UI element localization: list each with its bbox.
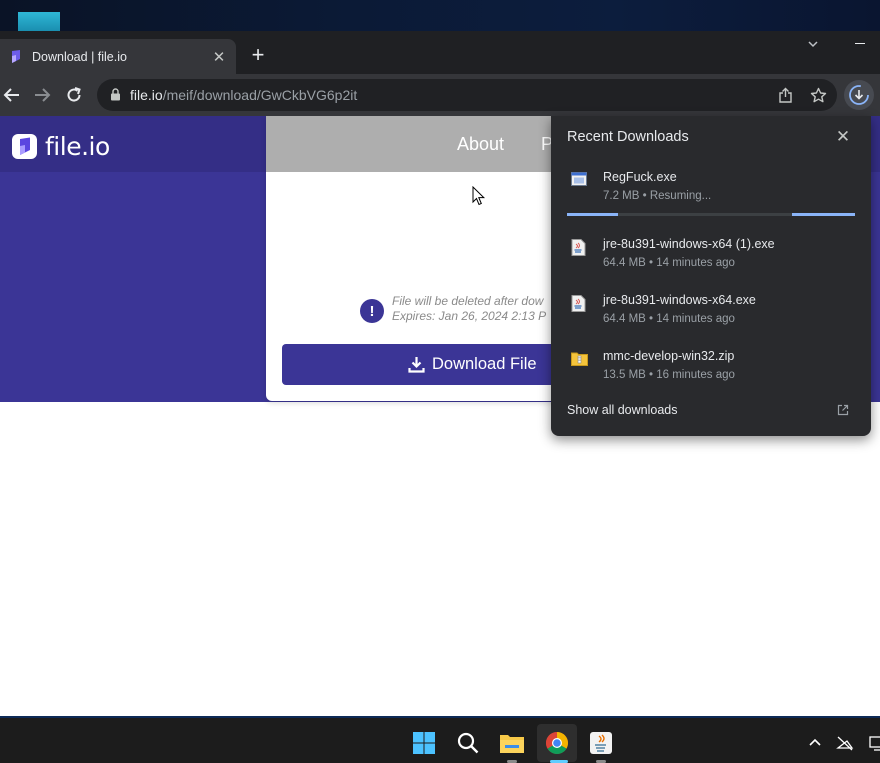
download-status: 64.4 MB • 14 minutes ago <box>603 313 735 325</box>
network-disconnected-icon[interactable] <box>832 730 858 756</box>
download-file-label: Download File <box>432 355 537 373</box>
fileio-favicon-icon <box>12 49 20 63</box>
windows-taskbar <box>0 716 880 763</box>
start-icon[interactable] <box>411 730 437 756</box>
downloads-toolbar-button[interactable] <box>844 80 874 110</box>
download-item[interactable]: jre-8u391-windows-x64.exe 64.4 MB • 14 m… <box>551 291 871 347</box>
url-path: /meif/download/GwCkbVG6p2it <box>162 87 358 103</box>
java-installer-icon <box>571 295 586 312</box>
downloads-panel-title: Recent Downloads <box>567 129 689 145</box>
download-card: About P ! File will be deleted after dow… <box>266 116 566 401</box>
reload-icon[interactable] <box>62 83 86 107</box>
exe-window-icon <box>571 172 587 186</box>
info-exclamation-icon: ! <box>360 299 384 323</box>
url-text[interactable]: file.io/meif/download/GwCkbVG6p2it <box>130 87 357 103</box>
download-icon <box>408 357 425 373</box>
expiry-notice-text: File will be deleted after dow Expires: … <box>392 294 546 324</box>
fileio-logo-icon <box>12 134 37 159</box>
external-link-icon[interactable] <box>837 404 849 416</box>
site-nav-overlay: About P <box>266 116 566 172</box>
deletion-notice: File will be deleted after dow <box>392 294 544 308</box>
url-domain: file.io <box>130 87 163 103</box>
java-installer-icon <box>571 239 586 256</box>
file-explorer-icon[interactable] <box>499 730 525 756</box>
download-progress-icon <box>849 85 869 105</box>
desktop-background <box>0 0 880 31</box>
expiry-notice: ! File will be deleted after dow Expires… <box>360 294 546 324</box>
forward-icon[interactable] <box>30 83 54 107</box>
nav-link-about[interactable]: About <box>457 134 504 155</box>
download-filename: mmc-develop-win32.zip <box>603 349 735 363</box>
tab-search-chevron-icon[interactable] <box>806 37 820 51</box>
download-item[interactable]: mmc-develop-win32.zip 13.5 MB • 16 minut… <box>551 347 871 403</box>
expiry-date: Expires: Jan 26, 2024 2:13 P <box>392 309 547 323</box>
download-status: 7.2 MB • Resuming... <box>603 190 712 202</box>
window-minimize-icon[interactable] <box>855 43 865 44</box>
desktop-monitor-icon[interactable] <box>864 730 880 756</box>
browser-tabstrip: Download | file.io ✕ + <box>0 31 880 74</box>
close-icon[interactable]: ✕ <box>835 127 851 147</box>
share-icon[interactable] <box>776 86 794 104</box>
java-icon[interactable] <box>588 730 614 756</box>
background-window[interactable] <box>18 12 60 31</box>
download-filename: jre-8u391-windows-x64.exe <box>603 293 756 307</box>
site-logo[interactable]: file.io <box>12 132 110 161</box>
mouse-cursor-icon <box>472 186 486 206</box>
search-icon[interactable] <box>455 730 481 756</box>
address-bar[interactable]: file.io/meif/download/GwCkbVG6p2it <box>97 79 837 111</box>
new-tab-icon[interactable]: + <box>247 43 269 67</box>
download-status: 64.4 MB • 14 minutes ago <box>603 257 735 269</box>
zip-folder-icon <box>571 352 588 366</box>
tab-download-fileio[interactable]: Download | file.io ✕ <box>0 39 236 74</box>
download-filename: RegFuck.exe <box>603 170 677 184</box>
download-file-button[interactable]: Download File <box>282 344 566 385</box>
lock-icon[interactable] <box>110 88 121 101</box>
logo-text: file.io <box>45 132 110 161</box>
recent-downloads-panel: Recent Downloads ✕ RegFuck.exe 7.2 MB • … <box>551 116 871 436</box>
show-all-downloads-link[interactable]: Show all downloads <box>567 403 678 417</box>
tab-title: Download | file.io <box>32 49 127 64</box>
download-progress-bar <box>567 213 855 216</box>
chrome-icon[interactable] <box>544 730 570 756</box>
download-item[interactable]: jre-8u391-windows-x64 (1).exe 64.4 MB • … <box>551 235 871 291</box>
back-icon[interactable] <box>0 83 24 107</box>
download-status: 13.5 MB • 16 minutes ago <box>603 369 735 381</box>
tray-chevron-up-icon[interactable] <box>802 730 828 756</box>
browser-toolbar: file.io/meif/download/GwCkbVG6p2it <box>0 74 880 116</box>
download-filename: jre-8u391-windows-x64 (1).exe <box>603 237 775 251</box>
tab-close-icon[interactable]: ✕ <box>208 48 230 66</box>
bookmark-star-icon[interactable] <box>809 86 827 104</box>
